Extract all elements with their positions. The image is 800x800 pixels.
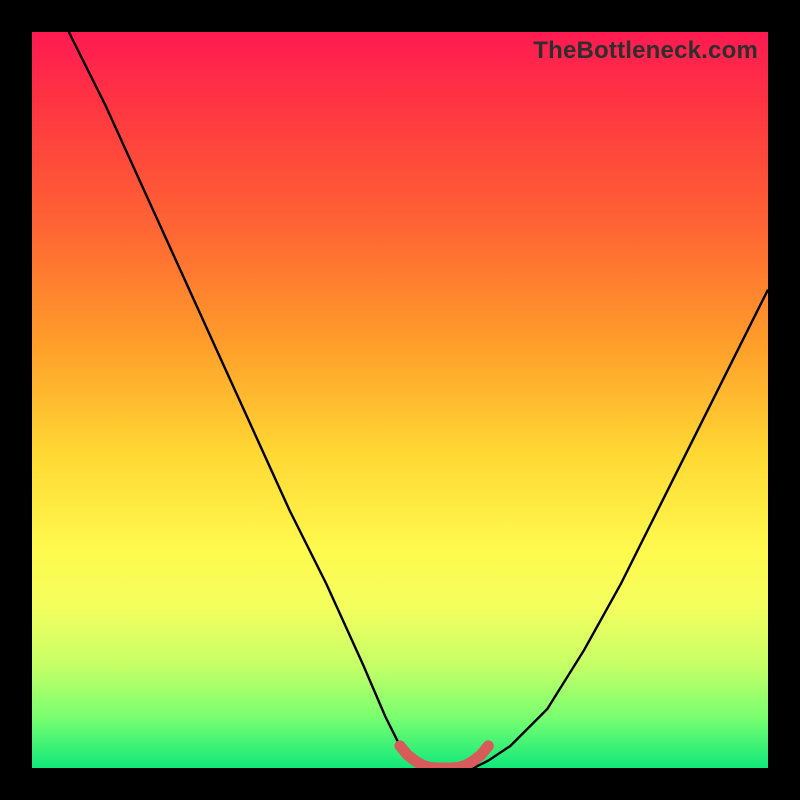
chart-svg [32, 32, 768, 768]
optimal-plateau [400, 746, 488, 768]
bottleneck-curve [69, 32, 768, 768]
chart-frame: TheBottleneck.com [0, 0, 800, 800]
chart-plot-area: TheBottleneck.com [32, 32, 768, 768]
